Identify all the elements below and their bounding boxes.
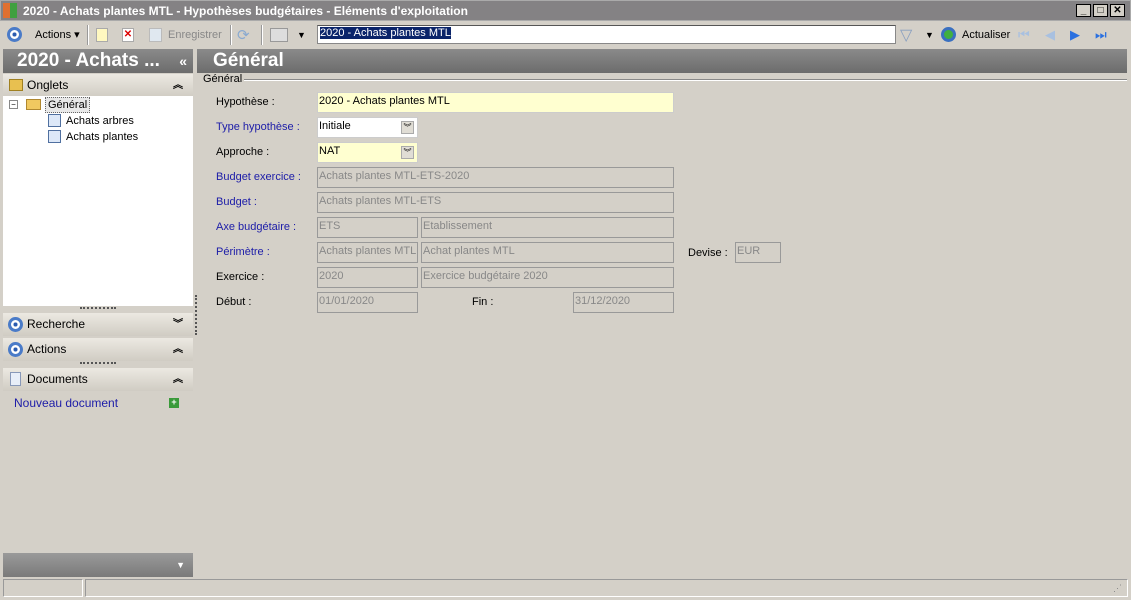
documents-label: Documents [27,372,88,386]
app-icon [3,3,17,18]
recherche-label: Recherche [27,317,86,331]
print-dropdown-icon[interactable]: ▼ [297,26,306,44]
group-divider [244,79,1127,81]
budget-label[interactable]: Budget : [216,192,257,213]
next-record-icon[interactable]: ▶ [1070,26,1080,44]
approche-label: Approche : [216,146,270,158]
sync-icon[interactable]: ⟳ [237,26,250,44]
left-header-title: 2020 - Achats ... [17,50,160,71]
save-button[interactable]: Enregistrer [168,26,222,44]
filter-dropdown-icon[interactable]: ▼ [925,26,934,44]
separator [87,25,89,45]
delete-icon[interactable]: ✕ [122,28,134,42]
refresh-icon[interactable] [941,27,956,42]
tree-item-achats-plantes[interactable]: Achats plantes [66,130,138,144]
hypothese-label: Hypothèse : [216,96,275,108]
group-label: Général [203,73,243,85]
title-bar: 2020 - Achats plantes MTL - Hypothèses b… [0,0,1131,21]
chevron-down-icon[interactable]: ︾ [401,146,414,159]
tree-item-achats-arbres[interactable]: Achats arbres [66,114,134,128]
debut-label: Début : [216,296,252,308]
actions-label: Actions [35,29,72,41]
budget-exercice-label[interactable]: Budget exercice : [216,167,301,188]
axe-budgetaire-label[interactable]: Axe budgétaire : [216,217,296,238]
resize-grip-icon[interactable]: ⋰ [1113,583,1122,594]
vertical-splitter[interactable] [195,295,197,335]
maximize-button[interactable]: □ [1093,4,1108,17]
devise-label: Devise : [688,247,728,259]
debut-input: 01/01/2020 [317,292,418,313]
new-document-link[interactable]: Nouveau document [14,396,118,410]
main-header: Général [197,49,1127,73]
recherche-icon [8,317,23,332]
add-document-icon[interactable]: + [169,398,179,408]
fin-label: Fin : [472,296,494,308]
chevron-up-icon[interactable]: ︽ [173,368,183,391]
minimize-button[interactable]: _ [1076,4,1091,17]
separator [261,25,263,45]
exercice-label-input: Exercice budgétaire 2020 [421,267,674,288]
exercice-code-input: 2020 [317,267,418,288]
actions-circle-icon [7,27,22,42]
approche-value: NAT [319,145,341,157]
perimetre-label-input: Achat plantes MTL [421,242,674,263]
budget-exercice-input: Achats plantes MTL-ETS-2020 [317,167,674,188]
documents-icon [10,372,21,386]
save-icon[interactable] [149,28,162,42]
chevron-up-icon[interactable]: ︽ [173,338,183,361]
fin-input: 31/12/2020 [573,292,674,313]
type-hypothese-label[interactable]: Type hypothèse : [216,117,300,138]
document-icon [48,130,61,143]
tree-item-general[interactable]: Général [45,97,91,113]
status-panel [3,579,83,597]
filter-icon[interactable]: ▽ [900,25,912,45]
search-value: 2020 - Achats plantes MTL [320,27,451,39]
perimetre-code-input: Achats plantes MTL [317,242,418,263]
onglets-label: Onglets [27,78,69,92]
collapse-panel-icon[interactable]: « [179,49,187,73]
left-panel-footer[interactable]: ▼ [3,553,193,577]
last-record-icon[interactable]: ⏭ [1095,26,1107,44]
exercice-label: Exercice : [216,271,265,283]
left-panel-header: 2020 - Achats ... « [3,49,193,73]
status-panel [85,579,1128,597]
recherche-section-header[interactable]: Recherche ︾ [3,313,193,336]
type-hypothese-value: Initiale [319,120,351,132]
chevron-down-icon[interactable]: ▼ [176,560,185,570]
budget-input: Achats plantes MTL-ETS [317,192,674,213]
devise-input: EUR [735,242,781,263]
toolbar: Actions ▾ ✕ Enregistrer ⟳ ▼ 2020 - Achat… [0,22,1131,48]
hypothese-input[interactable]: 2020 - Achats plantes MTL [317,92,674,113]
perimetre-label[interactable]: Périmètre : [216,242,270,263]
open-folder-icon [26,99,41,110]
tabs-tree: − Général Achats arbres Achats plantes [3,96,193,306]
actions-menu-button[interactable]: Actions ▾ [35,26,80,44]
actions-icon [8,342,23,357]
actions-section-header[interactable]: Actions ︽ [3,338,193,361]
axe-label-input: Etablissement [421,217,674,238]
search-input[interactable]: 2020 - Achats plantes MTL [317,25,896,44]
window-title: 2020 - Achats plantes MTL - Hypothèses b… [23,4,468,18]
previous-record-icon[interactable]: ◀ [1045,26,1055,44]
actions-section-label: Actions [27,342,67,356]
type-hypothese-select[interactable]: Initiale ︾ [317,117,418,138]
approche-select[interactable]: NAT ︾ [317,142,418,163]
onglets-section-header[interactable]: Onglets ︽ [3,74,193,97]
chevron-down-icon[interactable]: ︾ [401,121,414,134]
splitter-handle[interactable] [80,362,116,365]
separator [230,25,232,45]
folder-icon [9,79,23,91]
axe-code-input: ETS [317,217,418,238]
first-record-icon[interactable]: ⏮ [1018,26,1030,44]
documents-section-header[interactable]: Documents ︽ [3,368,193,391]
chevron-up-icon[interactable]: ︽ [173,74,183,97]
chevron-down-icon[interactable]: ︾ [173,313,183,336]
document-icon [48,114,61,127]
tree-collapse-icon[interactable]: − [9,100,18,109]
splitter-handle[interactable] [80,307,116,310]
refresh-button[interactable]: Actualiser [962,26,1010,44]
print-icon[interactable] [270,28,288,42]
new-icon[interactable] [96,28,108,42]
close-button[interactable]: ✕ [1110,4,1125,17]
